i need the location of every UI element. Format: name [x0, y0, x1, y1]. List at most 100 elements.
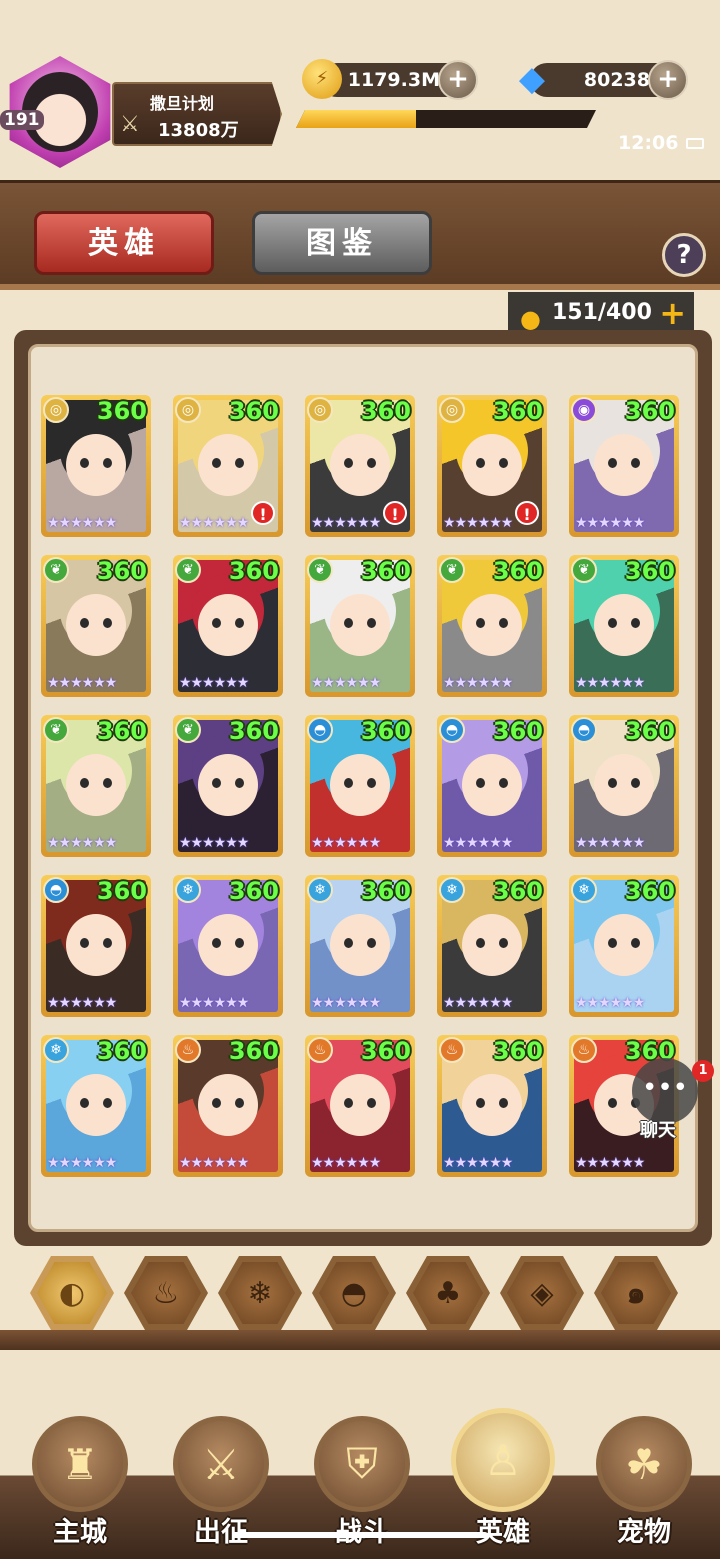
hero-card[interactable]: ◉ 360 ★★★★★★	[569, 395, 679, 537]
fire-element-icon: ♨	[175, 1037, 201, 1063]
filter-water-button[interactable]: ◓	[312, 1256, 396, 1330]
hero-card[interactable]: ❦ 360 ★★★★★★	[173, 715, 283, 857]
hero-eyes	[212, 778, 244, 788]
tab-codex[interactable]: 图鉴	[252, 211, 432, 275]
filter-dark-button[interactable]: ◈	[500, 1256, 584, 1330]
hero-star-rating: ★★★★★★	[179, 1155, 249, 1171]
nav-castle[interactable]: ♜ 主城	[20, 1416, 140, 1556]
gold-counter: ⚡ 1179.3M +	[302, 59, 478, 100]
hero-card[interactable]: ❦ 360 ★★★★★★	[173, 555, 283, 697]
hero-star-rating: ★★★★★★	[47, 515, 117, 531]
expand-capacity-button[interactable]: +	[659, 292, 686, 334]
nav-label: 主城	[53, 1517, 107, 1548]
hero-eyes	[476, 458, 508, 468]
hero-card[interactable]: ❦ 360 ★★★★★★	[41, 715, 151, 857]
hero-star-rating: ★★★★★★	[311, 995, 381, 1011]
power-icon: ⚔	[120, 112, 140, 137]
filter-light-button[interactable]: ๑	[594, 1256, 678, 1330]
wood-element-icon: ❦	[571, 557, 597, 583]
hero-grid: ◎ 360 ★★★★★★ ◎ 360 ★★★★★★! ◎ 360 ★★★★★★! ◎ 360 ★★★★…	[28, 344, 698, 1232]
hero-star-rating: ★★★★★★	[575, 835, 645, 851]
hero-eyes	[476, 1098, 508, 1108]
hero-star-rating: ★★★★★★	[575, 995, 645, 1011]
hero-eyes	[212, 1098, 244, 1108]
dark-element-icon: ◉	[571, 397, 597, 423]
hero-level: 360	[624, 717, 675, 745]
add-gems-button[interactable]: +	[648, 60, 688, 100]
player-avatar[interactable]: 191 10	[0, 48, 120, 222]
hero-card[interactable]: ◓ 360 ★★★★★★	[437, 715, 547, 857]
hero-level: 360	[228, 1037, 279, 1065]
top-bar: 191 10 撒旦计划 ⚔ 13808万 ⚡ 1179.3M + ◆ 80238…	[0, 0, 720, 222]
tab-heroes[interactable]: 英雄	[34, 211, 214, 275]
hero-eyes	[344, 938, 376, 948]
hero-level: 360	[492, 877, 543, 905]
hero-eyes	[608, 778, 640, 788]
hero-level: 360	[492, 717, 543, 745]
add-gold-button[interactable]: +	[438, 60, 478, 100]
hero-eyes	[80, 618, 112, 628]
hero-card[interactable]: ◓ 360 ★★★★★★	[569, 715, 679, 857]
gold-value: 1179.3M	[347, 69, 440, 91]
hero-level: 360	[624, 877, 675, 905]
hero-card[interactable]: ◎ 360 ★★★★★★!	[305, 395, 415, 537]
ice-element-icon: ❄	[307, 877, 333, 903]
crossed-swords-icon: ⚔	[173, 1416, 269, 1512]
hero-eyes	[608, 458, 640, 468]
hero-card[interactable]: ❦ 360 ★★★★★★	[41, 555, 151, 697]
upgrade-alert-icon: !	[515, 501, 539, 525]
ice-element-icon: ❄	[175, 877, 201, 903]
nav-pet-dragon[interactable]: ☘ 宠物	[584, 1416, 704, 1556]
hero-card[interactable]: ❄ 360 ★★★★★★	[305, 875, 415, 1017]
filter-fire-button[interactable]: ♨	[124, 1256, 208, 1330]
experience-bar	[296, 110, 596, 128]
chat-button[interactable]: •••	[632, 1058, 698, 1124]
water-element-icon: ◓	[439, 717, 465, 743]
hero-card[interactable]: ♨ 360 ★★★★★★	[437, 1035, 547, 1177]
hero-card[interactable]: ❄ 360 ★★★★★★	[437, 875, 547, 1017]
bottom-navigation: ♜ 主城 ⚔ 出征 ⛨战斗 ♙ 英雄 ☘ 宠物	[0, 1350, 720, 1559]
hero-eyes	[80, 778, 112, 788]
hero-eyes	[608, 618, 640, 628]
gold-coin-icon: ⚡	[302, 59, 342, 99]
hero-card[interactable]: ❄ 360 ★★★★★★	[569, 875, 679, 1017]
hero-star-rating: ★★★★★★	[311, 675, 381, 691]
upgrade-alert-icon: !	[251, 501, 275, 525]
hero-eyes	[212, 938, 244, 948]
hero-star-rating: ★★★★★★	[443, 675, 513, 691]
hero-card[interactable]: ◓ 360 ★★★★★★	[305, 715, 415, 857]
hero-level: 360	[492, 557, 543, 585]
hero-level: 360	[96, 557, 147, 585]
hero-star-rating: ★★★★★★	[443, 1155, 513, 1171]
hero-card[interactable]: ♨ 360 ★★★★★★	[305, 1035, 415, 1177]
hero-card[interactable]: ❦ 360 ★★★★★★	[569, 555, 679, 697]
hero-star-rating: ★★★★★★	[179, 995, 249, 1011]
all-filter-icon: ◐	[37, 1262, 107, 1324]
hero-card[interactable]: ◎ 360 ★★★★★★	[41, 395, 151, 537]
wood-element-icon: ❦	[439, 557, 465, 583]
hero-card[interactable]: ❄ 360 ★★★★★★	[41, 1035, 151, 1177]
water-filter-icon: ◓	[319, 1262, 389, 1324]
hero-card[interactable]: ❄ 360 ★★★★★★	[173, 875, 283, 1017]
hero-card[interactable]: ❦ 360 ★★★★★★	[305, 555, 415, 697]
nav-label: 英雄	[476, 1517, 530, 1548]
castle-icon: ♜	[32, 1416, 128, 1512]
filter-ice-button[interactable]: ❄	[218, 1256, 302, 1330]
hero-level: 360	[624, 397, 675, 425]
fire-element-icon: ♨	[439, 1037, 465, 1063]
wood-element-icon: ❦	[307, 557, 333, 583]
wood-filter-icon: ♣	[413, 1262, 483, 1324]
hero-star-rating: ★★★★★★	[47, 1155, 117, 1171]
hero-card[interactable]: ◓ 360 ★★★★★★	[41, 875, 151, 1017]
filter-all-button[interactable]: ◐	[30, 1256, 114, 1330]
hero-card[interactable]: ◎ 360 ★★★★★★!	[173, 395, 283, 537]
hero-level: 360	[228, 717, 279, 745]
help-button[interactable]: ?	[662, 233, 706, 277]
hero-star-rating: ★★★★★★	[311, 835, 381, 851]
hero-capacity: ● 151/400 +	[508, 292, 694, 334]
hero-card[interactable]: ◎ 360 ★★★★★★!	[437, 395, 547, 537]
filter-wood-button[interactable]: ♣	[406, 1256, 490, 1330]
hero-level: 360	[228, 557, 279, 585]
hero-card[interactable]: ♨ 360 ★★★★★★	[173, 1035, 283, 1177]
hero-card[interactable]: ❦ 360 ★★★★★★	[437, 555, 547, 697]
